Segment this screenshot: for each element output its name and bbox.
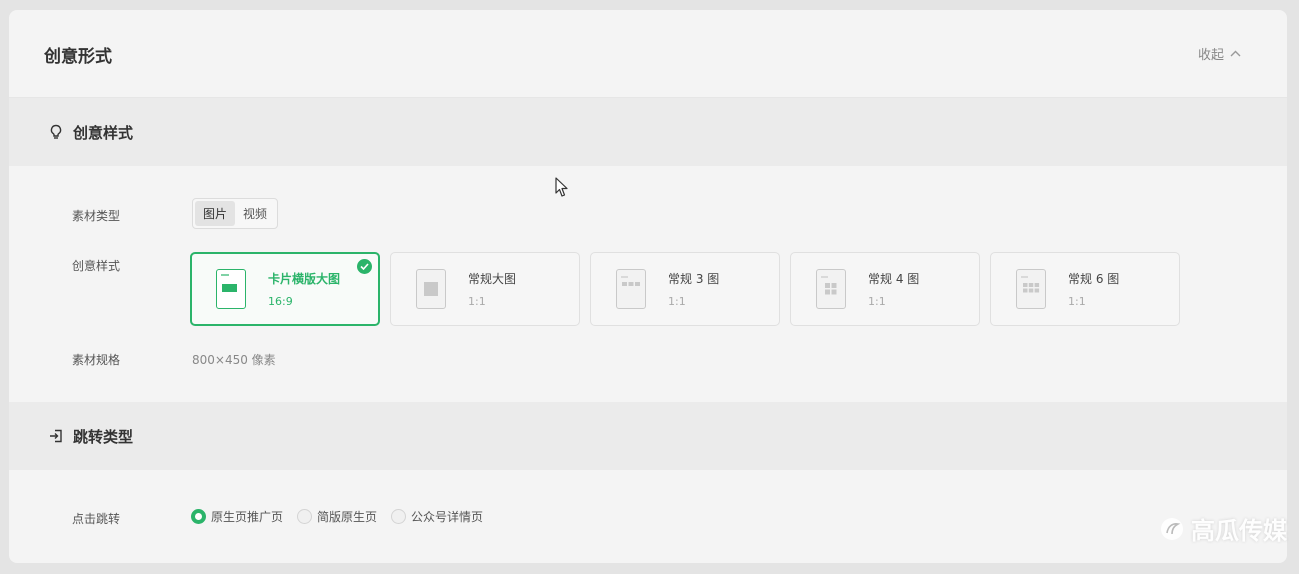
watermark-logo-icon: [1161, 517, 1183, 540]
style-card-list: 卡片横版大图 16:9 常规大图 1:1 常规 3 图 1:1 常规 4 图 1…: [190, 252, 1180, 326]
material-type-video[interactable]: 视频: [235, 201, 275, 226]
section-title: 创意样式: [73, 123, 134, 142]
material-type-switch: 图片 视频: [192, 198, 279, 229]
style-card-name: 常规 6 图: [1068, 272, 1120, 286]
page-title: 创意形式: [44, 47, 112, 67]
style-card-regular-3[interactable]: 常规 3 图 1:1: [590, 252, 780, 326]
radio-label: 公众号详情页: [411, 510, 484, 524]
landscape-image-icon: [216, 269, 246, 309]
creative-style-body: 素材类型 图片 视频 创意样式 卡片横版大图 16:9 常规大图 1:1 常规 …: [9, 166, 1287, 402]
material-type-label: 素材类型: [72, 209, 121, 223]
style-card-ratio: 1:1: [468, 295, 486, 308]
collapse-button[interactable]: 收起: [1198, 44, 1241, 63]
lightbulb-icon: [47, 123, 65, 141]
jump-type-radio-group: 原生页推广页 简版原生页 公众号详情页: [191, 508, 483, 525]
watermark: 高瓜传媒: [1159, 511, 1287, 546]
collapse-label: 收起: [1197, 48, 1224, 63]
chevron-up-icon: [1230, 47, 1241, 60]
three-image-icon: [616, 269, 646, 309]
check-icon: [357, 259, 372, 274]
jump-type-section-header: 跳转类型: [9, 402, 1287, 470]
radio-dot: [297, 509, 313, 524]
four-image-icon: [816, 269, 846, 309]
style-card-name: 卡片横版大图: [268, 272, 341, 286]
style-card-ratio: 16:9: [268, 295, 293, 308]
radio-official-account-page[interactable]: 公众号详情页: [391, 508, 483, 525]
style-card-regular-6[interactable]: 常规 6 图 1:1: [990, 252, 1180, 326]
mouse-pointer-icon: [555, 177, 569, 202]
style-card-ratio: 1:1: [668, 295, 686, 308]
creative-style-section-header: 创意样式: [9, 98, 1287, 166]
radio-label: 简版原生页: [317, 510, 378, 524]
style-card-regular-4[interactable]: 常规 4 图 1:1: [790, 252, 980, 326]
six-image-icon: [1016, 269, 1046, 309]
radio-label: 原生页推广页: [211, 510, 284, 524]
click-jump-label: 点击跳转: [72, 512, 121, 526]
style-card-landscape-large[interactable]: 卡片横版大图 16:9: [190, 252, 380, 326]
style-card-name: 常规 4 图: [868, 272, 920, 286]
section-title: 跳转类型: [73, 427, 134, 446]
style-card-regular-large[interactable]: 常规大图 1:1: [390, 252, 580, 326]
style-card-ratio: 1:1: [868, 295, 886, 308]
login-icon: [47, 427, 65, 445]
creative-style-label: 创意样式: [72, 259, 121, 273]
radio-dot: [191, 509, 206, 524]
panel-header: 创意形式 收起: [9, 10, 1287, 98]
jump-type-body: 点击跳转 原生页推广页 简版原生页 公众号详情页: [9, 470, 1287, 563]
single-image-icon: [416, 269, 446, 309]
creative-form-panel: 创意形式 收起 创意样式 素材类型 图片 视频 创意样式 卡片横版大图 16:9…: [9, 10, 1287, 563]
style-card-name: 常规 3 图: [668, 272, 720, 286]
material-type-image[interactable]: 图片: [195, 201, 236, 226]
style-card-name: 常规大图: [468, 272, 517, 286]
radio-dot: [391, 509, 407, 524]
style-card-ratio: 1:1: [1068, 295, 1086, 308]
material-spec-value: 800×450 像素: [192, 353, 276, 367]
radio-native-promo-page[interactable]: 原生页推广页: [191, 508, 283, 525]
radio-simple-native-page[interactable]: 简版原生页: [297, 508, 377, 525]
material-spec-label: 素材规格: [72, 353, 121, 367]
watermark-text: 高瓜传媒: [1191, 517, 1287, 545]
